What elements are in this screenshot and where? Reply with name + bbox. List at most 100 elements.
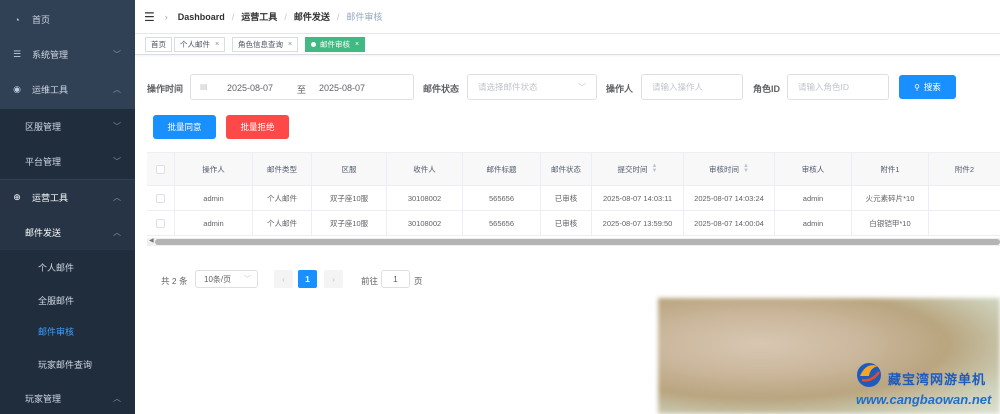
- search-button[interactable]: ⚲ 搜索: [899, 75, 956, 99]
- table-header-cell: 附件1: [852, 153, 929, 185]
- batch-reject-button[interactable]: 批量拒绝: [226, 115, 289, 139]
- role-id-placeholder: 请输入角色ID: [798, 82, 850, 92]
- sidebar-item-mail-send[interactable]: 邮件发送 ︿: [0, 215, 135, 250]
- operator-input[interactable]: 请输入操作人: [641, 74, 743, 100]
- status-label: 邮件状态: [423, 84, 460, 94]
- table-cell: 565656: [463, 211, 541, 235]
- breadcrumb: Dashboard / 运营工具 / 邮件发送 / 邮件审核: [178, 10, 383, 23]
- sidebar-item-label: 平台管理: [25, 157, 62, 167]
- chevron-down-icon: ﹀: [113, 50, 121, 59]
- sidebar-item-label: 邮件审核: [38, 327, 75, 337]
- table-cell: 2025-08-07 14:03:24: [684, 186, 775, 210]
- sidebar-item-platform-mgmt[interactable]: 平台管理 ﹀: [0, 144, 135, 179]
- sidebar-item-server-mgmt[interactable]: 区服管理 ﹀: [0, 109, 135, 144]
- table-header-cell: 审核人: [775, 153, 852, 185]
- breadcrumb-item-current: 邮件审核: [346, 12, 383, 22]
- start-date[interactable]: 2025-08-07: [227, 83, 273, 93]
- table-cell: admin: [775, 211, 852, 235]
- select-all-checkbox[interactable]: [156, 164, 165, 174]
- pagination-total: 共 2 条: [161, 276, 188, 286]
- table-cell: 白银铠甲*10: [852, 211, 929, 235]
- close-icon[interactable]: ×: [215, 41, 219, 48]
- table-row: admin 个人邮件 双子座10服 30108002 565656 已审核 20…: [147, 211, 1000, 236]
- scrollbar-thumb[interactable]: [155, 239, 1000, 245]
- breadcrumb-separator: /: [336, 11, 340, 22]
- table-header-sortable[interactable]: 提交时间 ▲ ▼: [592, 153, 684, 185]
- table-cell: 2025-08-07 14:00:04: [684, 211, 775, 235]
- menu-fold-icon[interactable]: ☰: [144, 10, 155, 24]
- page-size-value: 10条/页: [204, 274, 232, 284]
- prev-page-button[interactable]: ‹: [274, 270, 293, 288]
- table-header-cell: 审核时间: [709, 164, 740, 174]
- tag-role-query[interactable]: 角色信息查询 ×: [232, 37, 299, 52]
- table-cell: 已审核: [541, 186, 592, 210]
- table-header-sortable[interactable]: 审核时间 ▲ ▼: [684, 153, 775, 185]
- table-horizontal-scrollbar[interactable]: ◀: [147, 238, 1000, 246]
- table-header-cell: 提交时间: [617, 164, 648, 174]
- sidebar-item-label: 玩家邮件查询: [38, 360, 93, 370]
- role-id-input[interactable]: 请输入角色ID: [787, 74, 889, 100]
- table-cell: 个人邮件: [253, 211, 312, 235]
- sidebar-item-label: 首页: [32, 15, 51, 25]
- dashboard-icon: ◔: [14, 14, 20, 25]
- table-cell: admin: [175, 186, 253, 210]
- sidebar-item-label: 邮件发送: [25, 228, 62, 238]
- table-header-cell: 邮件状态: [541, 153, 592, 185]
- tag-label: 邮件审核: [320, 40, 350, 49]
- sidebar-item-player-mgmt[interactable]: 玩家管理 ︿: [0, 381, 135, 414]
- end-date[interactable]: 2025-08-07: [319, 83, 365, 93]
- breadcrumb-item[interactable]: Dashboard: [178, 12, 225, 22]
- next-page-button[interactable]: ›: [324, 270, 343, 288]
- batch-approve-button[interactable]: 批量同意: [153, 115, 216, 139]
- sidebar-item-server-mail[interactable]: 全服邮件: [0, 283, 135, 318]
- sidebar-item-operation-tools[interactable]: ⊕ 运营工具 ︿: [0, 180, 135, 215]
- sidebar-item-personal-mail[interactable]: 个人邮件: [0, 250, 135, 285]
- close-icon[interactable]: ×: [355, 41, 359, 48]
- date-range-picker[interactable]: ▤ 2025-08-07 至 2025-08-07: [190, 74, 414, 100]
- chevron-up-icon: ︿: [113, 228, 121, 237]
- chevron-right-icon: ›: [332, 274, 335, 284]
- row-checkbox[interactable]: [156, 218, 165, 228]
- table-cell: 已审核: [541, 211, 592, 235]
- system-icon: ☰: [12, 49, 22, 59]
- sidebar-item-label: 系统管理: [32, 50, 69, 60]
- chevron-left-icon: ‹: [282, 274, 285, 284]
- tag-mail-review[interactable]: 邮件审核 ×: [305, 37, 366, 52]
- role-id-label: 角色ID: [753, 84, 781, 94]
- sidebar-item-ops-tools[interactable]: ◉ 运维工具 ︿: [0, 72, 135, 107]
- batch-reject-label: 批量拒绝: [240, 122, 275, 132]
- scroll-left-icon[interactable]: ◀: [149, 237, 154, 244]
- row-checkbox[interactable]: [156, 193, 165, 203]
- sort-caret-icon[interactable]: ▲ ▼: [652, 163, 658, 174]
- table-cell: 火元素碎片*10: [852, 186, 929, 210]
- tag-personal-mail[interactable]: 个人邮件 ×: [174, 37, 226, 52]
- search-button-label: 搜索: [923, 82, 941, 92]
- row-select-cell: [147, 186, 175, 210]
- page-unit-label: 页: [414, 276, 423, 286]
- goto-label: 前往: [361, 276, 379, 286]
- status-placeholder: 请选择邮件状态: [478, 82, 538, 92]
- status-select[interactable]: 请选择邮件状态 ﹀: [467, 74, 597, 100]
- watermark-logo-icon: [857, 363, 881, 387]
- tag-home[interactable]: 首页: [145, 37, 172, 52]
- chevron-down-icon: ﹀: [244, 276, 251, 283]
- sidebar-item-label: 全服邮件: [38, 296, 75, 306]
- sidebar-item-mail-review[interactable]: 邮件审核: [0, 314, 135, 349]
- tags-view: 首页 个人邮件 × 角色信息查询 × 邮件审核 ×: [135, 34, 1000, 55]
- sidebar-item-player-mail-query[interactable]: 玩家邮件查询: [0, 347, 135, 382]
- active-dot-icon: [311, 42, 316, 47]
- watermark-url: www.cangbaowan.net: [856, 392, 992, 407]
- tag-label: 个人邮件: [180, 40, 210, 49]
- close-icon[interactable]: ×: [288, 41, 292, 48]
- page-number-current[interactable]: 1: [298, 270, 317, 288]
- sidebar: ◔ 首页 ☰ 系统管理 ﹀ ◉ 运维工具 ︿ 区服管理 ﹀ 平台管理 ﹀ ⊕ 运…: [0, 0, 135, 414]
- operator-label: 操作人: [606, 84, 634, 94]
- sidebar-item-system[interactable]: ☰ 系统管理 ﹀: [0, 37, 135, 72]
- sort-caret-icon[interactable]: ▲ ▼: [743, 163, 749, 174]
- table-header-cell: 收件人: [387, 153, 463, 185]
- page-size-select[interactable]: 10条/页 ﹀: [195, 270, 258, 288]
- goto-page-input[interactable]: 1: [381, 270, 410, 288]
- table-cell: 2025-08-07 13:59:50: [592, 211, 684, 235]
- sidebar-item-home[interactable]: ◔ 首页: [0, 2, 135, 37]
- app-root: ◔ 首页 ☰ 系统管理 ﹀ ◉ 运维工具 ︿ 区服管理 ﹀ 平台管理 ﹀ ⊕ 运…: [0, 0, 1000, 414]
